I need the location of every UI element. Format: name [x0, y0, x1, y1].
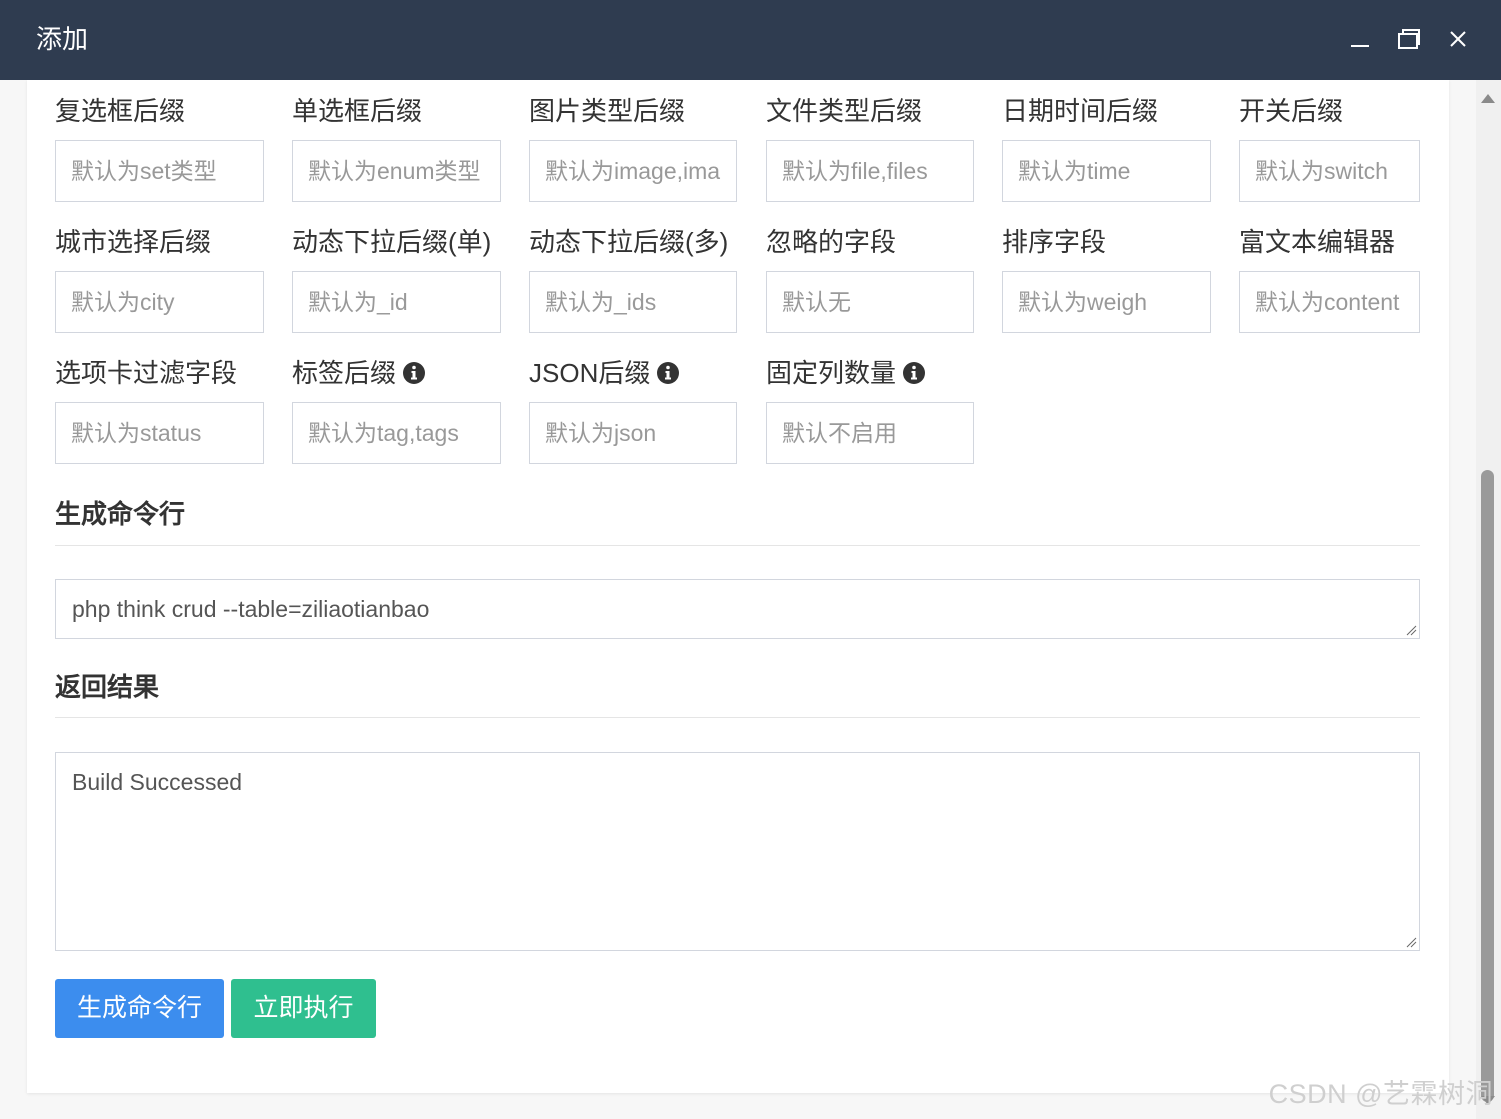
result-section-divider	[55, 717, 1420, 718]
field-label-text: 复选框后缀	[55, 96, 186, 126]
suffix-input[interactable]	[1239, 271, 1420, 333]
suffix-field: 动态下拉后缀(单)	[292, 225, 501, 335]
field-label: 图片类型后缀	[529, 94, 685, 128]
suffix-field: 忽略的字段	[766, 225, 974, 335]
minimize-button[interactable]	[1343, 22, 1377, 56]
close-button[interactable]	[1441, 22, 1475, 56]
vertical-scrollbar[interactable]	[1476, 80, 1501, 1119]
suffix-field: 排序字段	[1002, 225, 1211, 335]
field-label-text: 动态下拉后缀(多)	[529, 227, 729, 257]
field-label: 城市选择后缀	[55, 225, 211, 259]
suffix-input[interactable]	[766, 140, 974, 202]
field-label: 选项卡过滤字段	[55, 356, 237, 390]
suffix-field: 固定列数量	[766, 356, 974, 466]
suffix-input[interactable]	[292, 402, 501, 464]
suffix-input[interactable]	[292, 140, 501, 202]
command-textarea[interactable]: php think crud --table=ziliaotianbao	[55, 579, 1420, 639]
field-label-text: 忽略的字段	[766, 227, 897, 257]
suffix-input[interactable]	[1002, 140, 1211, 202]
field-label-text: 富文本编辑器	[1239, 227, 1396, 257]
field-label-text: 单选框后缀	[292, 96, 423, 126]
field-label: 单选框后缀	[292, 94, 422, 128]
suffix-input[interactable]	[529, 140, 737, 202]
field-label: 动态下拉后缀(单)	[292, 225, 491, 259]
suffix-field: 城市选择后缀	[55, 225, 264, 335]
field-label: 排序字段	[1002, 225, 1106, 259]
result-textarea[interactable]: Build Successed	[55, 752, 1420, 951]
resize-grip-icon[interactable]	[1405, 936, 1417, 948]
field-label-text: 文件类型后缀	[766, 96, 923, 126]
field-label: 标签后缀	[292, 356, 426, 390]
suffix-field: 单选框后缀	[292, 94, 501, 204]
suffix-field: 日期时间后缀	[1002, 94, 1211, 204]
field-label: JSON后缀	[529, 356, 680, 390]
command-text: php think crud --table=ziliaotianbao	[72, 596, 430, 622]
field-label-text: JSON后缀	[529, 358, 651, 388]
scroll-up-arrow-icon[interactable]	[1481, 94, 1495, 103]
info-icon[interactable]	[656, 361, 680, 385]
suffix-input[interactable]	[1239, 140, 1420, 202]
result-section-title: 返回结果	[55, 672, 160, 702]
field-label-text: 动态下拉后缀(单)	[292, 227, 492, 257]
suffix-input[interactable]	[766, 271, 974, 333]
suffix-input[interactable]	[766, 402, 974, 464]
maximize-icon	[1398, 29, 1420, 49]
window-titlebar: 添加	[0, 0, 1501, 80]
info-icon[interactable]	[402, 361, 426, 385]
generate-command-button[interactable]: 生成命令行	[55, 979, 224, 1038]
suffix-input[interactable]	[292, 271, 501, 333]
window-title: 添加	[36, 24, 89, 54]
field-label-text: 固定列数量	[766, 358, 897, 388]
field-label: 富文本编辑器	[1239, 225, 1395, 259]
suffix-input[interactable]	[55, 271, 264, 333]
field-label-text: 排序字段	[1002, 227, 1107, 257]
field-label: 文件类型后缀	[766, 94, 922, 128]
suffix-field: 文件类型后缀	[766, 94, 974, 204]
resize-grip-icon[interactable]	[1405, 624, 1417, 636]
field-label: 固定列数量	[766, 356, 926, 390]
field-label: 复选框后缀	[55, 94, 185, 128]
suffix-field: 动态下拉后缀(多)	[529, 225, 737, 335]
maximize-button[interactable]	[1392, 22, 1426, 56]
field-label-text: 标签后缀	[292, 358, 397, 388]
field-label: 动态下拉后缀(多)	[529, 225, 728, 259]
info-icon[interactable]	[902, 361, 926, 385]
close-icon	[1450, 31, 1466, 47]
suffix-input[interactable]	[529, 271, 737, 333]
field-label-text: 城市选择后缀	[55, 227, 212, 257]
field-label-text: 选项卡过滤字段	[55, 358, 238, 388]
watermark: CSDN @艺霖树洞	[1268, 1079, 1493, 1109]
command-section-title: 生成命令行	[55, 499, 186, 529]
field-label: 忽略的字段	[766, 225, 896, 259]
field-label-text: 开关后缀	[1239, 96, 1344, 126]
suffix-field: 图片类型后缀	[529, 94, 737, 204]
field-label: 日期时间后缀	[1002, 94, 1158, 128]
suffix-field: 选项卡过滤字段	[55, 356, 264, 466]
command-section-divider	[55, 545, 1420, 546]
suffix-field: 富文本编辑器	[1239, 225, 1420, 335]
suffix-input[interactable]	[55, 140, 264, 202]
field-label-text: 日期时间后缀	[1002, 96, 1159, 126]
suffix-field: 标签后缀	[292, 356, 501, 466]
field-label: 开关后缀	[1239, 94, 1343, 128]
suffix-input[interactable]	[1002, 271, 1211, 333]
suffix-input[interactable]	[55, 402, 264, 464]
minimize-icon	[1351, 45, 1369, 47]
suffix-field: JSON后缀	[529, 356, 737, 466]
suffix-field: 开关后缀	[1239, 94, 1420, 204]
suffix-field: 复选框后缀	[55, 94, 264, 204]
execute-now-button[interactable]: 立即执行	[231, 979, 376, 1038]
suffix-input[interactable]	[529, 402, 737, 464]
field-label-text: 图片类型后缀	[529, 96, 686, 126]
result-text: Build Successed	[72, 769, 243, 795]
scrollbar-thumb[interactable]	[1481, 470, 1494, 1102]
